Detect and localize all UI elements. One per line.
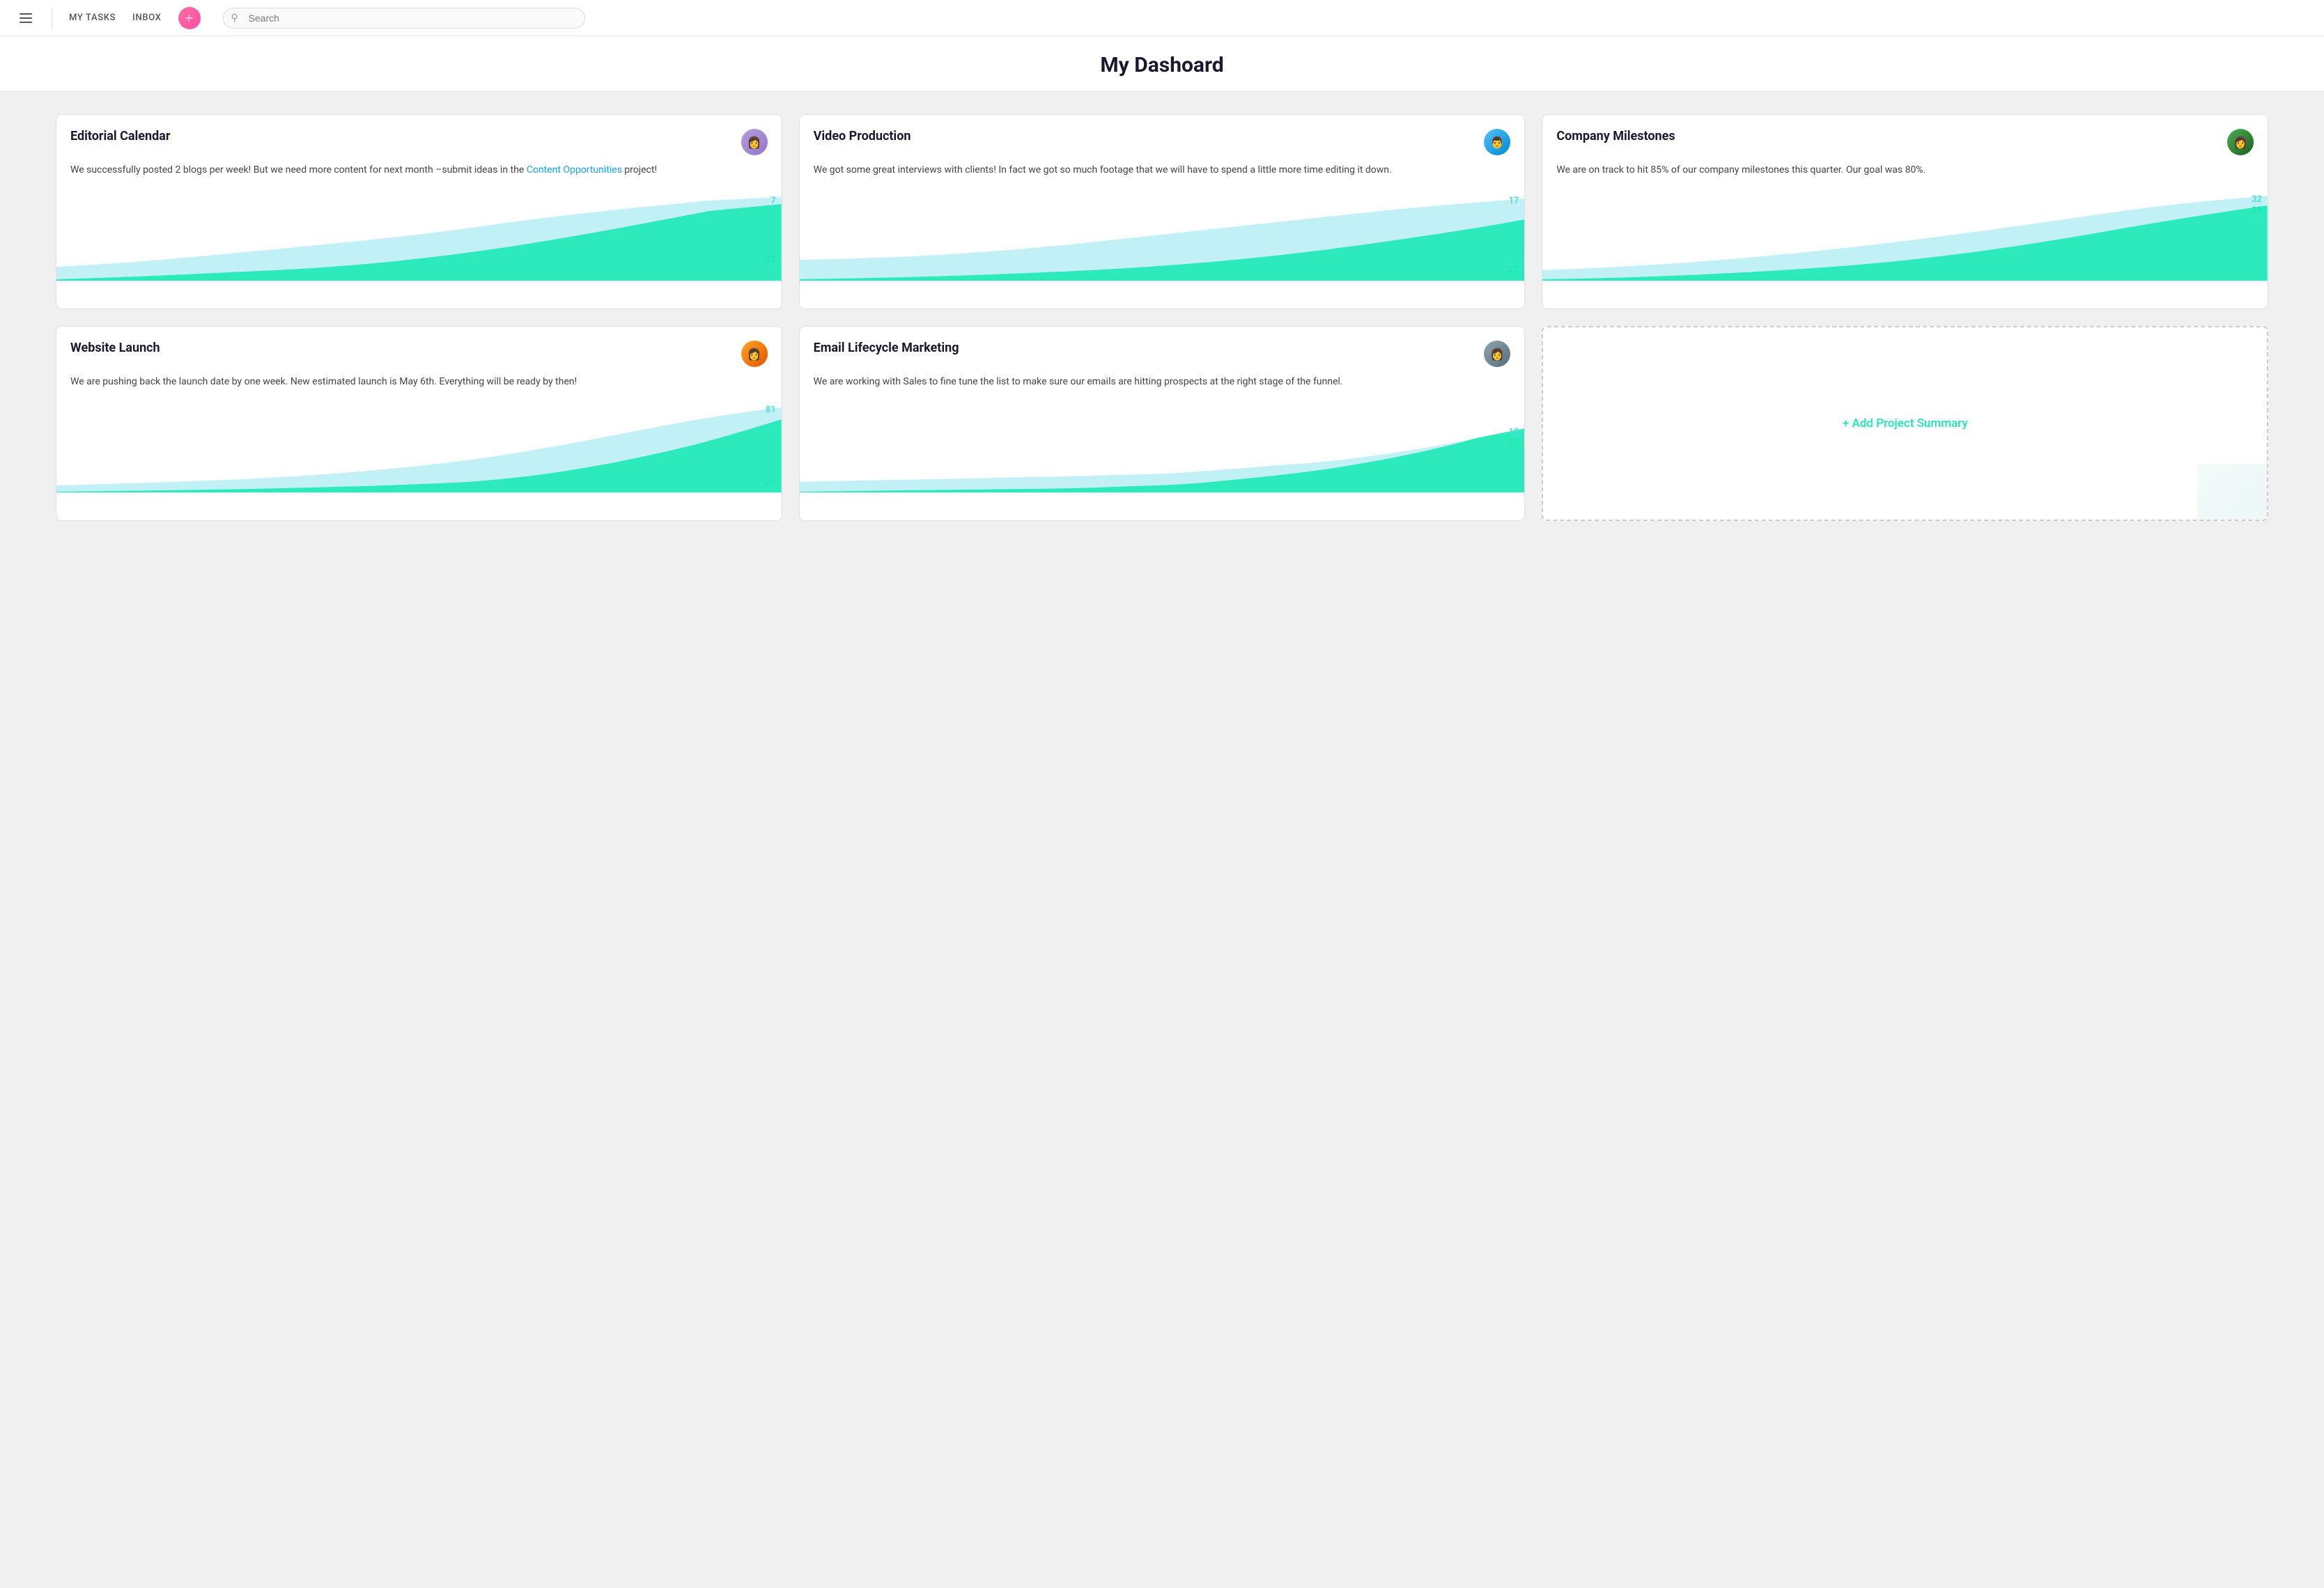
card-header: Company Milestones 👩	[1542, 115, 2268, 162]
card-header: Website Launch 👩	[56, 327, 782, 374]
card-email-lifecycle: Email Lifecycle Marketing 👩 We are worki…	[799, 326, 1526, 521]
card-website-launch: Website Launch 👩 We are pushing back the…	[56, 326, 782, 521]
chart-container: 81 22	[56, 402, 782, 492]
card-body: We successfully posted 2 blogs per week!…	[56, 162, 782, 185]
chart-label-bottom: 25	[1508, 265, 1519, 275]
cards-grid: Editorial Calendar 👩 We successfully pos…	[56, 114, 2268, 521]
card-video-production: Video Production 👨 We got some great int…	[799, 114, 1526, 309]
add-project-label[interactable]: + Add Project Summary	[1843, 417, 1968, 430]
my-tasks-link[interactable]: MY TASKS	[69, 13, 116, 23]
card-title: Email Lifecycle Marketing	[814, 341, 959, 355]
chart-label-top: 7	[770, 196, 775, 206]
card-body-text-1: We successfully posted 2 blogs per week!…	[70, 164, 527, 176]
chart-container: 32 35	[1542, 190, 2268, 281]
add-project-card[interactable]: + Add Project Summary	[1542, 326, 2268, 521]
chart-svg	[800, 190, 1525, 281]
dashboard-content: Editorial Calendar 👩 We successfully pos…	[0, 92, 2324, 543]
avatar: 👩	[1484, 341, 1510, 367]
chart-label-top: 17	[1508, 196, 1519, 206]
card-body-text: We are on track to hit 85% of our compan…	[1556, 164, 1926, 176]
card-title: Company Milestones	[1556, 129, 1675, 143]
card-editorial-calendar: Editorial Calendar 👩 We successfully pos…	[56, 114, 782, 309]
search-container: ⚲	[223, 8, 585, 29]
page-title-section: My Dashoard	[0, 36, 2324, 92]
card-company-milestones: Company Milestones 👩 We are on track to …	[1542, 114, 2268, 309]
chart-label-top: 32	[2252, 194, 2262, 205]
card-body-text: We are pushing back the launch date by o…	[70, 376, 577, 387]
avatar: 👨	[1484, 129, 1510, 155]
card-body: We are on track to hit 85% of our compan…	[1542, 162, 2268, 185]
page-title: My Dashoard	[0, 53, 2324, 77]
top-navigation: MY TASKS INBOX + ⚲	[0, 0, 2324, 36]
chart-label-bottom: 22	[766, 478, 776, 488]
chart-label-bottom: 35	[2252, 205, 2262, 216]
avatar: 👩	[741, 341, 768, 367]
chart-svg	[56, 402, 782, 492]
search-icon: ⚲	[231, 13, 238, 24]
chart-label-top: 10	[1508, 427, 1519, 437]
content-opportunities-link[interactable]: Content Opportunities	[527, 164, 622, 176]
add-button[interactable]: +	[178, 7, 201, 29]
card-body-text: We got some great interviews with client…	[814, 164, 1392, 176]
inbox-link[interactable]: INBOX	[132, 13, 161, 23]
card-body-text: We are working with Sales to fine tune t…	[814, 376, 1343, 387]
card-header: Email Lifecycle Marketing 👩	[800, 327, 1525, 374]
card-title: Video Production	[814, 129, 911, 143]
avatar: 👩	[2227, 129, 2254, 155]
hamburger-menu[interactable]	[17, 10, 35, 26]
chart-label-top: 81	[766, 405, 776, 415]
chart-container: 17 25	[800, 190, 1525, 281]
card-title: Website Launch	[70, 341, 160, 355]
search-input[interactable]	[223, 8, 585, 29]
chart-container: 10 27	[800, 402, 1525, 492]
card-body: We got some great interviews with client…	[800, 162, 1525, 185]
card-header: Video Production 👨	[800, 115, 1525, 162]
chart-label-bottom: 37	[766, 255, 776, 265]
chart-label-bottom: 27	[1508, 438, 1519, 449]
card-body: We are pushing back the launch date by o…	[56, 374, 782, 396]
chart-svg	[1542, 190, 2268, 281]
card-body: We are working with Sales to fine tune t…	[800, 374, 1525, 396]
card-body-text-2: project!	[622, 164, 657, 176]
card-title: Editorial Calendar	[70, 129, 170, 143]
add-project-ghost	[2197, 464, 2267, 520]
card-header: Editorial Calendar 👩	[56, 115, 782, 162]
chart-container: 7 37	[56, 190, 782, 281]
avatar: 👩	[741, 129, 768, 155]
chart-svg	[56, 190, 782, 281]
chart-svg	[800, 402, 1525, 492]
